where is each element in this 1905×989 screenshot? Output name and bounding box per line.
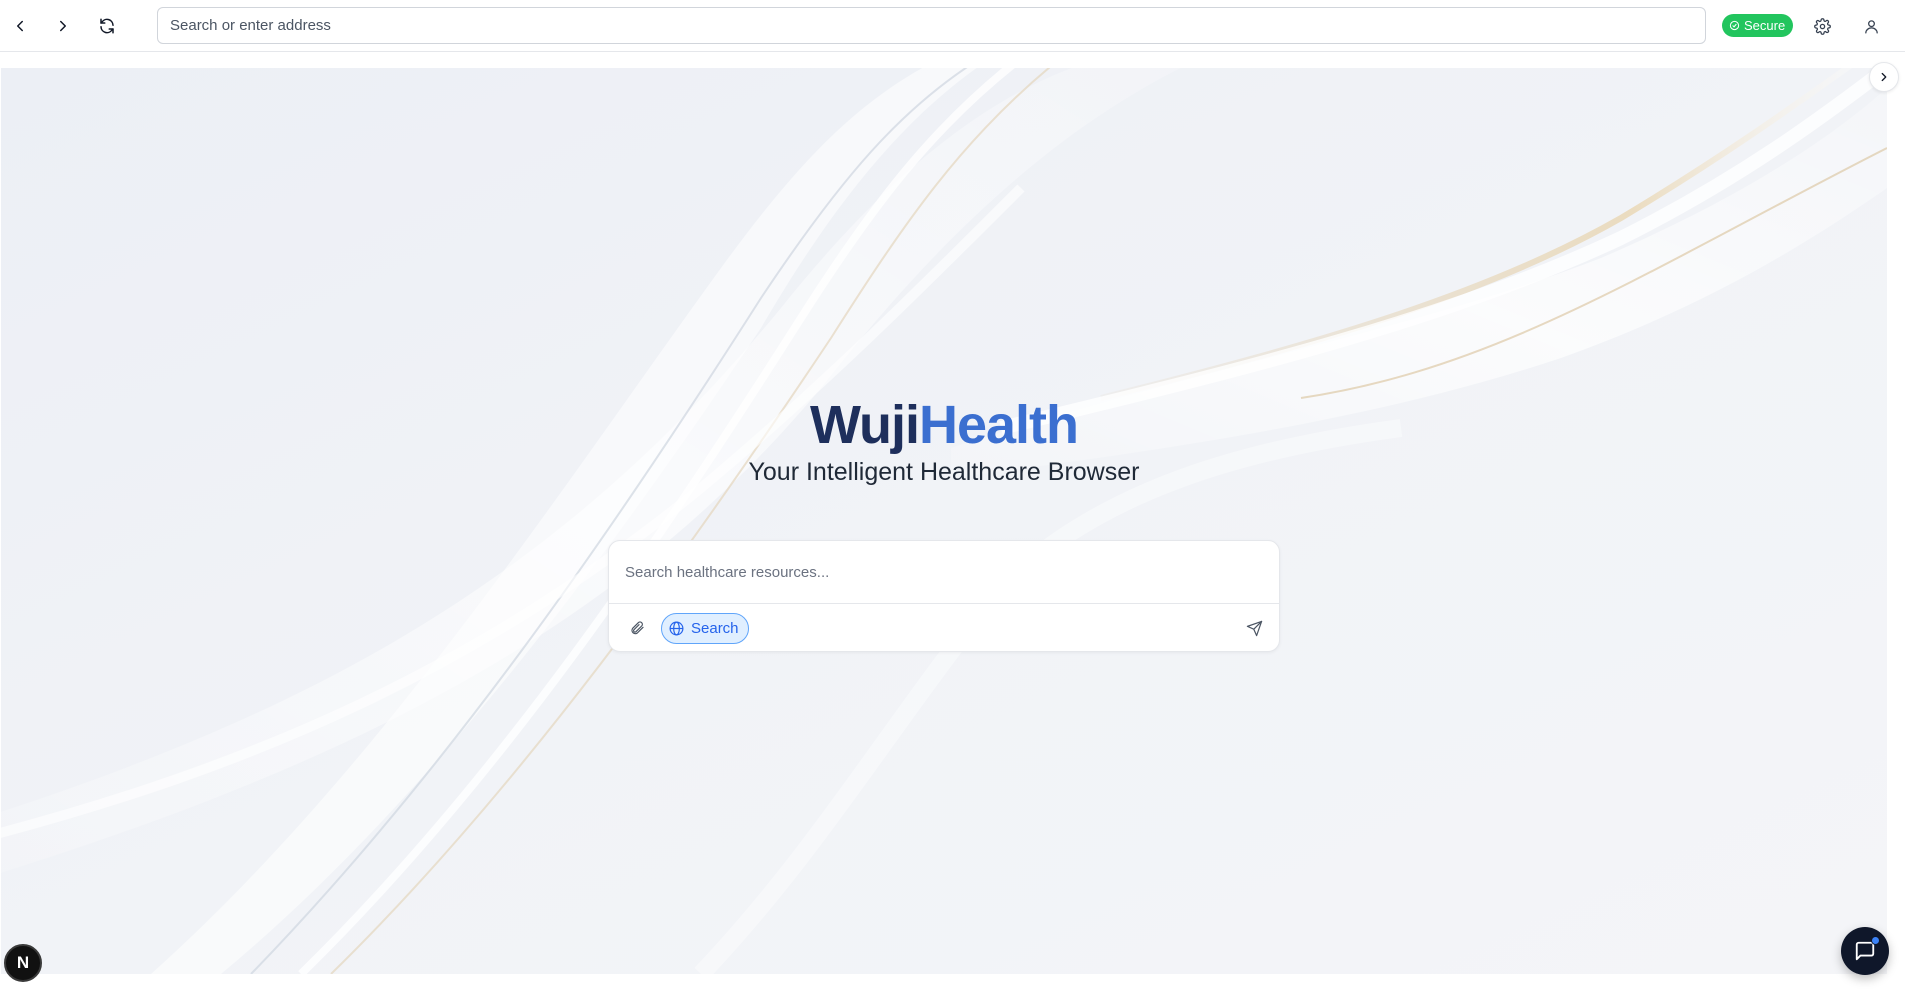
profile-button[interactable] [1857,12,1885,40]
search-mode-toggle[interactable]: Search [661,613,749,644]
user-icon [1864,19,1878,34]
chevron-right-icon [60,20,66,32]
healthcare-search-input[interactable] [609,541,1279,603]
send-button[interactable] [1241,615,1267,641]
back-button[interactable] [5,11,35,41]
search-card-divider [609,603,1279,604]
attach-button[interactable] [624,615,650,641]
page-scrollbar[interactable] [1888,68,1905,974]
paperclip-icon [631,621,644,635]
refresh-icon [100,18,114,34]
browser-toolbar: Secure [0,0,1905,52]
search-mode-label: Search [691,620,739,637]
chevron-left-icon [17,20,23,32]
chevron-right-icon [1881,72,1887,82]
reload-button[interactable] [92,11,122,41]
new-tab-page: WujiHealth Your Intelligent Healthcare B… [1,68,1887,974]
n-badge-button[interactable]: N [4,944,42,982]
brand-logo: WujiHealth [1,394,1887,456]
send-icon [1246,620,1262,636]
chat-button[interactable] [1841,927,1889,975]
background-waves [1,68,1887,974]
sidebar-toggle-button[interactable] [1869,62,1899,92]
settings-button[interactable] [1808,12,1836,40]
shield-check-icon [1729,20,1740,31]
brand-part-health: Health [918,395,1079,455]
address-bar[interactable] [157,7,1706,44]
search-card: Search [608,540,1280,652]
secure-badge: Secure [1722,14,1794,37]
secure-label: Secure [1744,18,1786,33]
forward-button[interactable] [48,11,78,41]
gear-icon [1813,17,1831,35]
brand-part-wuji: Wuji [809,395,920,455]
tagline: Your Intelligent Healthcare Browser [748,458,1140,486]
globe-icon [669,621,684,636]
chat-notification-dot [1871,936,1880,945]
